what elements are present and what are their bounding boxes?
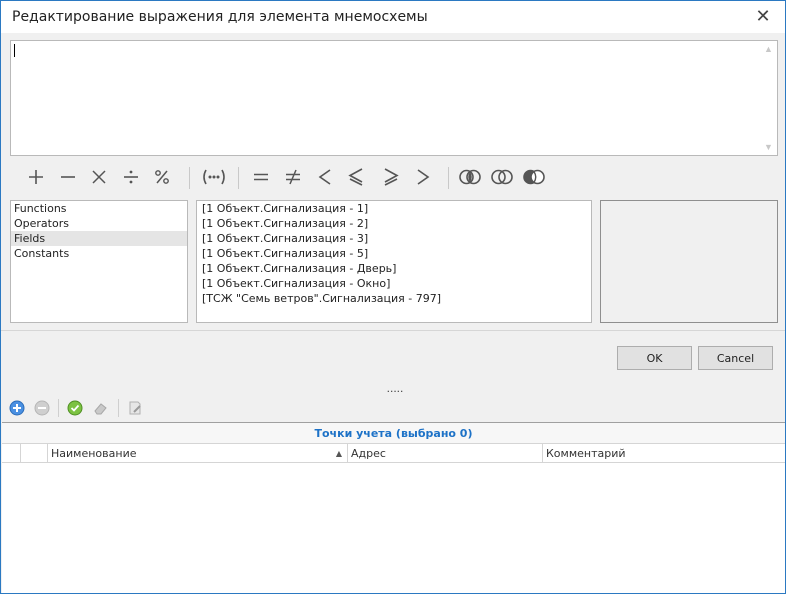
or-icon — [491, 169, 513, 185]
not-icon — [523, 169, 545, 185]
category-item-operators[interactable]: Operators — [11, 216, 187, 231]
divider — [1, 330, 785, 331]
plus-button[interactable] — [21, 161, 51, 193]
equal-icon — [254, 173, 268, 181]
minus-icon — [61, 176, 75, 178]
toolbar-separator — [189, 167, 190, 189]
text-caret — [14, 44, 15, 57]
field-item[interactable]: [1 Объект.Сигнализация - 2] — [197, 216, 591, 231]
column-header-name-label: Наименование — [51, 447, 137, 460]
add-icon — [9, 400, 25, 416]
apply-button[interactable] — [64, 397, 86, 419]
editor-scrollbar[interactable]: ▲ ▼ — [760, 41, 777, 155]
greater-equal-icon — [384, 168, 399, 186]
less-equal-button[interactable] — [341, 161, 371, 193]
column-header-name[interactable]: Наименование ▲ — [48, 444, 348, 463]
remove-button[interactable] — [31, 397, 53, 419]
clear-button[interactable] — [90, 397, 112, 419]
field-item[interactable]: [1 Объект.Сигнализация - 5] — [197, 246, 591, 261]
field-item[interactable]: [1 Объект.Сигнализация - 1] — [197, 201, 591, 216]
splitter-handle[interactable]: ..... — [384, 381, 406, 395]
grid-toolbar — [6, 397, 306, 419]
minus-button[interactable] — [53, 161, 83, 193]
field-item[interactable]: [1 Объект.Сигнализация - 3] — [197, 231, 591, 246]
row-indicator-column — [2, 444, 21, 463]
checkbox-column[interactable] — [21, 444, 48, 463]
toolbar-separator — [58, 399, 59, 417]
multiply-icon — [92, 170, 106, 184]
percent-button[interactable] — [147, 161, 177, 193]
column-header-comment[interactable]: Комментарий — [543, 444, 785, 463]
divide-icon — [124, 170, 138, 184]
greater-button[interactable] — [408, 161, 438, 193]
field-item[interactable]: [1 Объект.Сигнализация - Окно] — [197, 276, 591, 291]
title-bar: Редактирование выражения для элемента мн… — [1, 1, 785, 33]
less-icon — [318, 169, 331, 185]
less-button[interactable] — [310, 161, 340, 193]
toolbar-separator — [238, 167, 239, 189]
remove-icon — [34, 400, 50, 416]
toolbar-separator — [448, 167, 449, 189]
close-icon: ✕ — [755, 5, 771, 26]
check-icon — [67, 400, 83, 416]
divide-button[interactable] — [116, 161, 146, 193]
not-equal-button[interactable] — [278, 161, 308, 193]
description-panel — [600, 200, 778, 323]
fields-list[interactable]: [1 Объект.Сигнализация - 1] [1 Объект.Си… — [196, 200, 592, 323]
category-item-functions[interactable]: Functions — [11, 201, 187, 216]
greater-equal-button[interactable] — [376, 161, 406, 193]
and-button[interactable] — [455, 161, 485, 193]
expression-editor-dialog: Редактирование выражения для элемента мн… — [0, 0, 786, 594]
ok-button[interactable]: OK — [617, 346, 692, 370]
grid-caption: Точки учета (выбрано 0) — [2, 423, 785, 444]
field-item[interactable]: [ТСЖ "Семь ветров".Сигнализация - 797] — [197, 291, 591, 306]
eraser-icon — [94, 403, 107, 415]
edit-note-icon — [129, 401, 141, 415]
operators-toolbar — [19, 161, 779, 195]
edit-button[interactable] — [124, 397, 146, 419]
category-item-fields[interactable]: Fields — [11, 231, 187, 246]
window-title: Редактирование выражения для элемента мн… — [12, 9, 428, 25]
parentheses-icon — [203, 169, 225, 185]
and-icon — [459, 169, 481, 185]
add-button[interactable] — [6, 397, 28, 419]
equal-button[interactable] — [246, 161, 276, 193]
field-item[interactable]: [1 Объект.Сигнализация - Дверь] — [197, 261, 591, 276]
category-list[interactable]: Functions Operators Fields Constants — [10, 200, 188, 323]
scroll-up-icon[interactable]: ▲ — [764, 44, 773, 54]
plus-icon — [29, 170, 43, 184]
accounting-points-grid[interactable]: Точки учета (выбрано 0) Наименование ▲ А… — [2, 422, 785, 593]
parentheses-button[interactable] — [197, 161, 231, 193]
close-button[interactable]: ✕ — [747, 3, 779, 29]
not-button[interactable] — [519, 161, 549, 193]
multiply-button[interactable] — [84, 161, 114, 193]
grid-header: Наименование ▲ Адрес Комментарий — [2, 444, 785, 463]
less-equal-icon — [348, 168, 363, 186]
scroll-down-icon[interactable]: ▼ — [764, 142, 773, 152]
toolbar-separator — [118, 399, 119, 417]
category-item-constants[interactable]: Constants — [11, 246, 187, 261]
not-equal-icon — [286, 169, 300, 185]
column-header-address[interactable]: Адрес — [348, 444, 543, 463]
greater-icon — [417, 169, 430, 185]
expression-input[interactable]: ▲ ▼ — [10, 40, 778, 156]
percent-icon — [155, 170, 169, 184]
or-button[interactable] — [487, 161, 517, 193]
cancel-button[interactable]: Cancel — [698, 346, 773, 370]
sort-ascending-icon: ▲ — [335, 449, 342, 458]
